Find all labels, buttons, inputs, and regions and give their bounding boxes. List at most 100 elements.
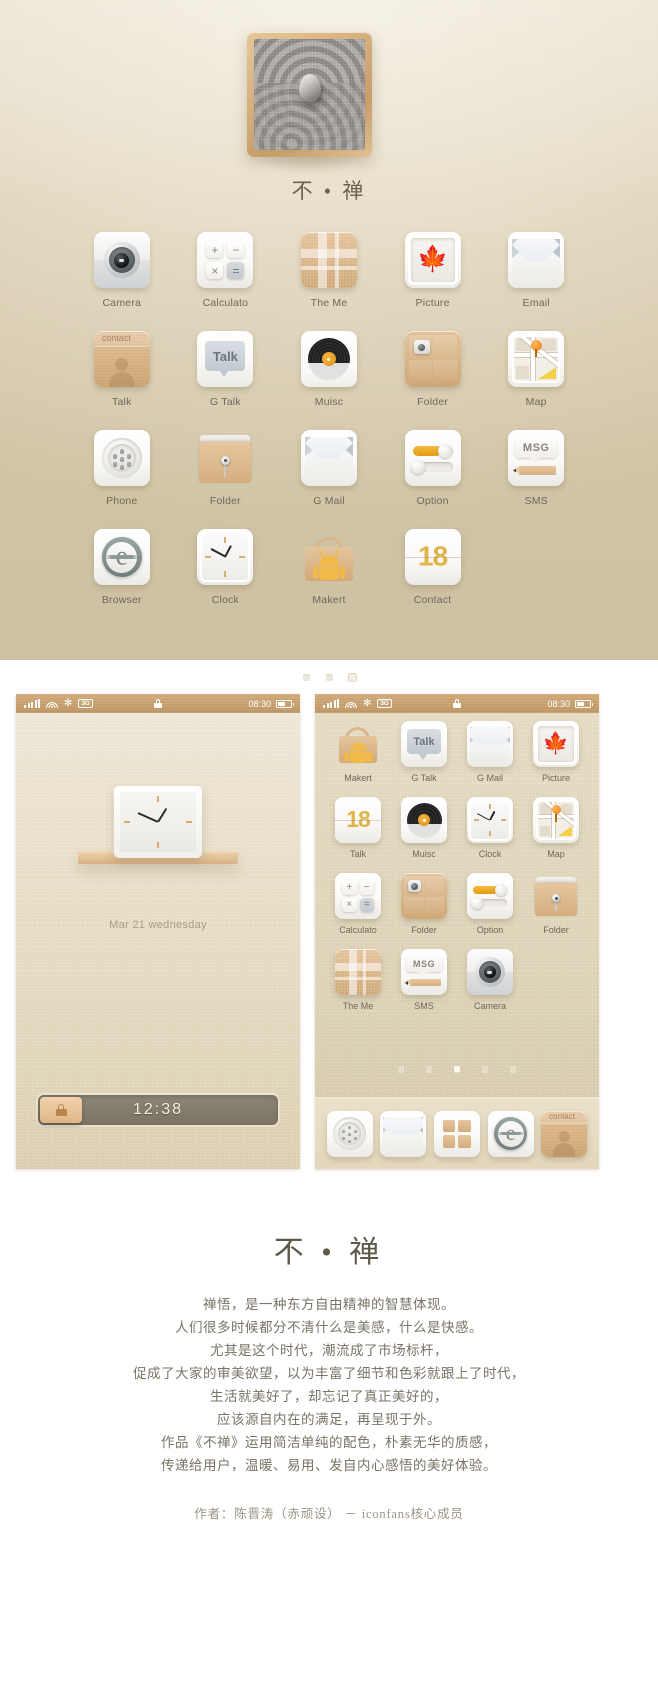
wifi-icon [46, 699, 58, 708]
signal-bars-icon [323, 699, 339, 708]
app-drawer-icon[interactable] [433, 1110, 480, 1157]
network-3g-label: 3G [377, 699, 392, 708]
icon-label: Folder [417, 396, 449, 408]
story-line: 尤其是这个时代，潮流成了市场标杆， [210, 1343, 448, 1358]
unlock-slider[interactable]: 12:38 [38, 1095, 278, 1125]
plaid-theme-icon [335, 949, 381, 995]
app-icon-gmail[interactable]: G Mail [457, 721, 523, 783]
icon-label: Muisc [412, 849, 436, 859]
lock-date: Mar 21 wednesday [109, 919, 207, 931]
app-icon-talk[interactable]: contact Talk [70, 331, 174, 408]
app-icon-theme[interactable]: The Me [277, 232, 381, 309]
app-icon-gmail[interactable]: G Mail [277, 430, 381, 507]
unlock-slider-handle[interactable] [40, 1097, 82, 1123]
app-icon-clock[interactable]: Clock [174, 529, 278, 606]
plaid-theme-icon [300, 232, 357, 288]
app-icon-folder-wood[interactable]: Folder [391, 873, 457, 935]
calc-key-plus: + [342, 880, 357, 895]
icon-label: Calculato [202, 297, 249, 309]
analog-clock-icon [197, 529, 254, 585]
app-icon-calculator[interactable]: + − × = Calculato [325, 873, 391, 935]
analog-clock-icon [467, 797, 513, 843]
app-icon-option[interactable]: Option [381, 430, 485, 507]
app-icon-email[interactable]: Email [484, 232, 588, 309]
talk-bubble-icon: Talk [197, 331, 254, 387]
page-dot[interactable] [426, 1066, 432, 1072]
sync-icon: ✻ [363, 697, 372, 709]
page-dot[interactable] [302, 674, 310, 681]
app-icon-sms[interactable]: MSG SMS [391, 949, 457, 1011]
app-icon-folder-pin[interactable]: Folder [523, 873, 589, 935]
sliders-icon [467, 873, 513, 919]
msg-pencil-icon: MSG [508, 430, 565, 486]
phone-home-screen: ✻ 3G 08:30 Makert Talk G Talk G Mail 🍁 P… [315, 694, 599, 1169]
app-icon-contact[interactable]: 18 Contact [381, 529, 485, 606]
app-icon-makert[interactable]: Makert [325, 721, 391, 783]
app-icon-makert[interactable]: Makert [277, 529, 381, 606]
android-bag-icon [301, 529, 357, 585]
app-icon-phone[interactable]: Phone [70, 430, 174, 507]
app-icon-clock[interactable]: Clock [457, 797, 523, 859]
camera-icon [467, 949, 513, 995]
calculator-icon: + − × = [335, 873, 381, 919]
icon-label: Map [547, 849, 565, 859]
top-page-dots [0, 674, 658, 681]
icon-label: Talk [349, 849, 366, 859]
app-icon-picture[interactable]: 🍁 Picture [381, 232, 485, 309]
app-icon-gtalk[interactable]: Talk G Talk [391, 721, 457, 783]
page-dot[interactable] [482, 1066, 488, 1072]
sms-bubble-label: MSG [522, 442, 550, 454]
hero-title: 不 • 禅 [291, 179, 367, 203]
contact-card-icon[interactable]: contact [541, 1110, 588, 1157]
calendar-18-icon: 18 [404, 529, 461, 585]
page-dot[interactable] [325, 674, 333, 681]
maple-leaf-icon: 🍁 [417, 245, 449, 273]
icon-label: G Mail [476, 773, 503, 783]
icon-label: Picture [415, 297, 450, 309]
app-icon-sms[interactable]: MSG SMS [484, 430, 588, 507]
page-dot[interactable] [398, 1066, 404, 1072]
app-icon-folder-wood[interactable]: Folder [381, 331, 485, 408]
contact-card-header: contact [101, 333, 131, 343]
app-icon-talk[interactable]: 18 Talk [325, 797, 391, 859]
icon-label: Picture [541, 773, 570, 783]
app-icon-gtalk[interactable]: Talk G Talk [174, 331, 278, 408]
sms-bubble-label: MSG [412, 958, 435, 969]
icon-label: G Talk [210, 396, 241, 408]
icon-label: Contact [413, 594, 452, 606]
lock-icon [154, 699, 162, 708]
app-icon-theme[interactable]: The Me [325, 949, 391, 1011]
icon-label: The Me [310, 297, 348, 309]
app-icon-calculator[interactable]: + − × = Calculato [174, 232, 278, 309]
envelope-icon[interactable] [380, 1110, 427, 1157]
signal-bars-icon [24, 699, 40, 708]
app-icon-music[interactable]: Muisc [277, 331, 381, 408]
page-dot-active[interactable] [348, 674, 356, 681]
app-icon-folder-pin[interactable]: Folder [174, 430, 278, 507]
icon-label: Option [476, 925, 504, 935]
browser-e-icon[interactable]: e [487, 1110, 534, 1157]
icon-label: G Mail [313, 495, 345, 507]
app-icon-music[interactable]: Muisc [391, 797, 457, 859]
lock-icon [55, 1104, 67, 1116]
calc-key-times: × [342, 897, 357, 912]
calculator-icon: + − × = [197, 232, 254, 288]
icon-label: Makert [344, 773, 372, 783]
app-icon-camera[interactable]: Camera [457, 949, 523, 1011]
icon-label: Folder [543, 925, 569, 935]
app-icon-option[interactable]: Option [457, 873, 523, 935]
app-icon-picture[interactable]: 🍁 Picture [523, 721, 589, 783]
story-line: 传递给用户，温暖、易用、发自内心感悟的美好体验。 [161, 1458, 497, 1473]
android-bag-icon [335, 721, 381, 767]
speaker-grille-icon[interactable] [326, 1110, 373, 1157]
app-icon-camera[interactable]: Camera [70, 232, 174, 309]
wood-folder-icon [404, 331, 461, 387]
page-dot-active[interactable] [454, 1066, 460, 1072]
app-icon-browser[interactable]: e Browser [70, 529, 174, 606]
app-icon-map[interactable]: Map [523, 797, 589, 859]
page-dot[interactable] [510, 1066, 516, 1072]
envelope-icon [467, 721, 513, 767]
app-icon-map[interactable]: Map [484, 331, 588, 408]
zen-garden-artwork [247, 32, 372, 157]
story-line: 人们很多时候都分不清什么是美感，什么是快感。 [175, 1320, 483, 1335]
